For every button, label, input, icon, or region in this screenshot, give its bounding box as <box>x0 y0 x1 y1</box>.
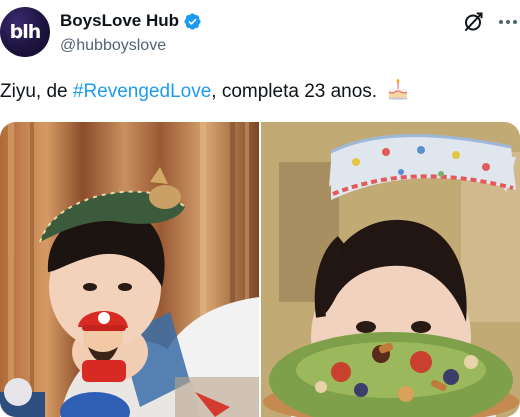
verified-badge-icon <box>184 12 201 30</box>
hashtag-link[interactable]: #RevengedLove <box>73 81 211 102</box>
avatar[interactable]: blh <box>0 7 50 57</box>
post-text: Ziyu, de #RevengedLove, completa 23 anos… <box>0 78 520 105</box>
photo-left-illustration <box>0 122 259 417</box>
birthday-cake-icon <box>388 79 409 100</box>
grok-button[interactable] <box>462 10 486 34</box>
display-name[interactable]: BoysLove Hub <box>60 11 179 31</box>
more-dots-icon <box>499 20 517 24</box>
post-text-before: Ziyu, de <box>0 81 73 102</box>
avatar-logo-text: blh <box>9 21 42 43</box>
author-name-row: BoysLove Hub <box>60 10 202 32</box>
grok-slash-icon <box>465 12 483 31</box>
photo-right-illustration <box>261 122 520 417</box>
post-text-after: , completa 23 anos. <box>211 81 378 102</box>
more-options-button[interactable] <box>496 10 520 34</box>
author-handle[interactable]: @hubboyslove <box>60 37 166 55</box>
post-card: blh BoysLove Hub @hubboyslove Ziyu, de #… <box>0 0 520 417</box>
media-grid <box>0 122 520 417</box>
photo-right[interactable] <box>261 122 520 417</box>
photo-left[interactable] <box>0 122 259 417</box>
